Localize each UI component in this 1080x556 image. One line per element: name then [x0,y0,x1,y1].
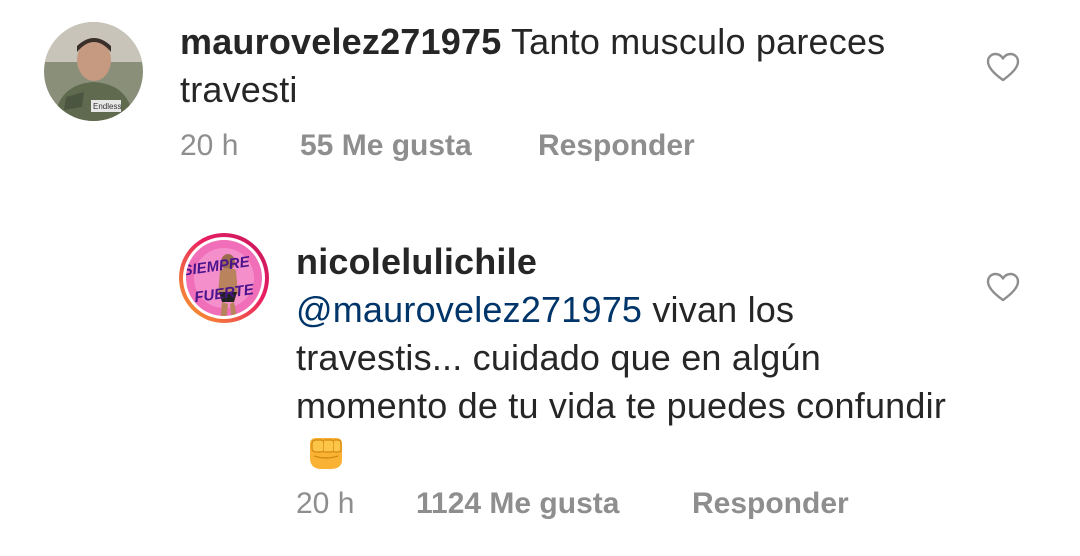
fist-emoji [304,432,348,484]
comment-username[interactable]: maurovelez271975 [180,21,501,62]
heart-outline-icon[interactable] [986,52,1020,82]
avatar-photo: SIEMPRE FUERTE [179,233,269,323]
comment-body: maurovelez271975 Tanto musculo pareces t… [180,18,980,114]
comment-username[interactable]: nicolelulichile [296,238,956,286]
avatar-photo: Endless [44,22,143,121]
comment-likes[interactable]: 55 Me gusta [300,128,472,164]
comment-meta: 20 h 55 Me gusta Responder [180,128,880,164]
comment-mention[interactable]: @maurovelez271975 [296,289,642,330]
reply-button[interactable]: Responder [538,128,695,164]
avatar-label: Endless [93,102,121,111]
avatar-nicolelulichile[interactable]: SIEMPRE FUERTE [178,232,270,324]
heart-outline-icon[interactable] [986,272,1020,302]
comment-time: 20 h [180,129,239,162]
reply-button[interactable]: Responder [692,486,849,522]
comment-body: nicolelulichile @maurovelez271975 vivan … [296,238,956,484]
comment-time: 20 h [296,487,355,520]
comment-likes[interactable]: 1124 Me gusta [416,486,619,522]
comment-meta: 20 h 1124 Me gusta Responder [296,486,996,522]
avatar-maurovelez[interactable]: Endless [44,22,143,121]
